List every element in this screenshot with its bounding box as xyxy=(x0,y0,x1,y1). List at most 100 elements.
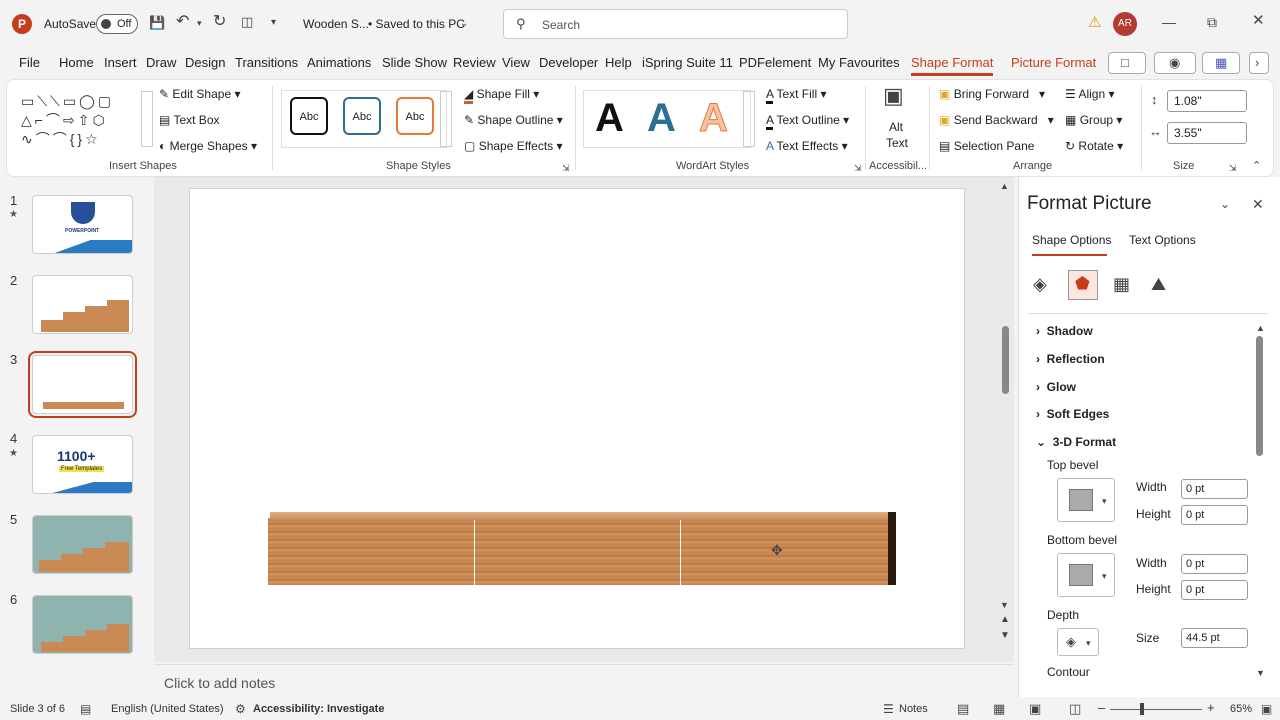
section-3d-format[interactable]: ⌄ 3-D Format xyxy=(1036,435,1116,449)
star-shape-icon[interactable]: ☆ xyxy=(85,131,101,147)
shape-style-orange[interactable]: Abc xyxy=(396,97,434,135)
teams-button[interactable]: ▦ xyxy=(1202,52,1240,74)
pane-scroll-up-icon[interactable]: ▲ xyxy=(1256,320,1265,336)
previous-slide-icon[interactable]: ▲ xyxy=(1000,612,1010,628)
top-bevel-dropdown[interactable]: ▾ xyxy=(1057,478,1115,522)
group-button[interactable]: ▦ Group ▾ xyxy=(1065,113,1122,127)
shape-height-input[interactable]: 1.08" xyxy=(1167,90,1247,112)
tab-draw[interactable]: Draw xyxy=(146,55,176,70)
tab-pdfelement[interactable]: PDFelement xyxy=(739,55,811,70)
arc-icon[interactable]: ⌒ xyxy=(53,131,70,147)
collapse-ribbon-icon[interactable]: ⌃ xyxy=(1252,158,1261,174)
tab-view[interactable]: View xyxy=(502,55,530,70)
arrow-shape-icon[interactable]: ⇨ xyxy=(63,112,78,128)
line-shape-icon[interactable]: ⟍ xyxy=(37,93,50,109)
wood-plank-segment[interactable] xyxy=(475,518,680,585)
hexagon-shape-icon[interactable]: ⬡ xyxy=(92,112,107,128)
shape-outline-button[interactable]: ✎ Shape Outline ▾ xyxy=(464,113,563,127)
warning-icon[interactable]: ⚠ xyxy=(1088,15,1101,31)
saved-status[interactable]: • Saved to this PC xyxy=(368,17,465,31)
shapes-gallery[interactable]: ▭⟍⟍▭◯▢ △⌐⌒⇨⇧⬡ ∿⌒⌒{}☆ xyxy=(21,92,143,150)
tab-design[interactable]: Design xyxy=(185,55,225,70)
slideshow-icon[interactable]: ◫ xyxy=(1069,701,1081,717)
slide-thumbnail-4[interactable]: 1100+ Free Templates xyxy=(32,435,133,494)
ribbon-more-button[interactable]: › xyxy=(1249,52,1269,74)
tab-picture-format[interactable]: Picture Format xyxy=(1011,55,1096,70)
shape-effects-button[interactable]: ▢ Shape Effects ▾ xyxy=(464,139,563,153)
slide-scrollbar-thumb[interactable] xyxy=(1002,326,1009,394)
shape-width-input[interactable]: 3.55" xyxy=(1167,122,1247,144)
tab-file[interactable]: File xyxy=(19,55,40,70)
rectangle-shape-icon[interactable]: ▭ xyxy=(63,93,79,109)
notes-icon[interactable]: ☰ xyxy=(883,701,894,717)
section-glow[interactable]: › Glow xyxy=(1036,380,1076,394)
tab-shape-format[interactable]: Shape Format xyxy=(911,55,994,76)
merge-shapes-button[interactable]: ◐ Merge Shapes ▾ xyxy=(159,139,257,153)
file-title[interactable]: Wooden S... xyxy=(303,17,369,31)
send-backward-button[interactable]: ▣ Send Backward ▾ xyxy=(939,113,1054,127)
pane-scroll-down-icon[interactable]: ▼ xyxy=(1256,665,1265,681)
dialog-launcher-icon[interactable]: ⇲ xyxy=(1229,160,1237,176)
spelling-icon[interactable]: ▤ xyxy=(80,701,91,717)
shape-fill-button[interactable]: ◢ Shape Fill ▾ xyxy=(464,87,539,104)
comments-button[interactable]: □ xyxy=(1108,52,1146,74)
slide-thumbnail-3[interactable] xyxy=(28,351,137,418)
search-box[interactable]: ⚲ Search xyxy=(503,9,848,39)
notes-button[interactable]: Notes xyxy=(899,703,928,715)
pane-options-chevron-icon[interactable]: ⌄ xyxy=(1220,196,1230,212)
bring-forward-button[interactable]: ▣ Bring Forward ▾ xyxy=(939,87,1045,101)
tab-animations[interactable]: Animations xyxy=(307,55,371,70)
reading-view-icon[interactable]: ▣ xyxy=(1029,701,1041,717)
section-shadow[interactable]: › Shadow xyxy=(1036,324,1093,338)
present-icon[interactable]: ◫ xyxy=(241,14,253,30)
triangle-shape-icon[interactable]: △ xyxy=(21,112,35,128)
freeform-icon[interactable]: ∿ xyxy=(21,131,36,147)
normal-view-icon[interactable]: ▤ xyxy=(957,701,969,717)
tab-ispring[interactable]: iSpring Suite 11 xyxy=(642,55,733,70)
rotate-button[interactable]: ↻ Rotate ▾ xyxy=(1065,139,1123,153)
language[interactable]: English (United States) xyxy=(111,703,224,715)
slide-thumbnail-1[interactable]: POWERPOINT xyxy=(32,195,133,254)
undo-icon[interactable]: ↶ xyxy=(176,14,189,30)
tab-review[interactable]: Review xyxy=(453,55,496,70)
curve-icon[interactable]: ⌒ xyxy=(36,131,53,147)
zoom-out-button[interactable]: – xyxy=(1098,700,1105,715)
dialog-launcher-icon[interactable]: ⇲ xyxy=(562,160,570,176)
oval-shape-icon[interactable]: ◯ xyxy=(79,93,98,109)
slide-thumbnail-6[interactable] xyxy=(32,595,133,654)
text-outline-button[interactable]: A Text Outline ▾ xyxy=(766,113,849,130)
tab-home[interactable]: Home xyxy=(59,55,94,70)
tab-shape-options[interactable]: Shape Options xyxy=(1032,233,1111,247)
record-button[interactable]: ◉ xyxy=(1154,52,1196,74)
accessibility-icon[interactable]: ⚙ xyxy=(235,701,246,717)
wood-plank-segment[interactable] xyxy=(681,518,888,585)
zoom-level[interactable]: 65% xyxy=(1230,703,1252,715)
connector-icon[interactable]: ⌒ xyxy=(46,112,63,128)
fill-line-icon[interactable]: ◈ xyxy=(1033,275,1047,293)
size-properties-icon[interactable]: ▦ xyxy=(1113,275,1130,293)
text-box-button[interactable]: ▤ Text Box xyxy=(159,113,220,127)
shape-styles-scroll[interactable] xyxy=(440,91,452,147)
tab-help[interactable]: Help xyxy=(605,55,632,70)
bottom-bevel-height-input[interactable]: 0 pt xyxy=(1181,580,1248,600)
customize-toolbar-icon[interactable]: ▾ xyxy=(271,15,276,31)
align-button[interactable]: ☰ Align ▾ xyxy=(1065,87,1114,101)
wordart-style-blue[interactable]: A xyxy=(647,96,676,140)
slide-sorter-icon[interactable]: ▦ xyxy=(993,701,1005,717)
restore-icon[interactable]: ⧉ xyxy=(1207,14,1217,30)
wordart-style-black[interactable]: A xyxy=(595,96,624,140)
accessibility-status[interactable]: Accessibility: Investigate xyxy=(253,703,384,715)
redo-icon[interactable]: ↻ xyxy=(213,14,226,30)
edit-shape-button[interactable]: ✎ Edit Shape ▾ xyxy=(159,87,240,101)
selection-pane-button[interactable]: ▤ Selection Pane xyxy=(939,139,1034,153)
tab-my-favourites[interactable]: My Favourites xyxy=(818,55,900,70)
picture-icon[interactable]: ⛰ xyxy=(1151,275,1166,293)
search-input[interactable]: Search xyxy=(542,18,580,32)
notes-placeholder[interactable]: Click to add notes xyxy=(164,675,275,691)
close-icon[interactable]: ✕ xyxy=(1252,13,1265,29)
connector-icon[interactable]: ⌐ xyxy=(35,112,46,128)
textbox-shape-icon[interactable]: ▭ xyxy=(21,93,37,109)
slide-thumbnail-2[interactable] xyxy=(32,275,133,334)
shape-style-blue[interactable]: Abc xyxy=(343,97,381,135)
depth-size-input[interactable]: 44.5 pt xyxy=(1181,628,1248,648)
